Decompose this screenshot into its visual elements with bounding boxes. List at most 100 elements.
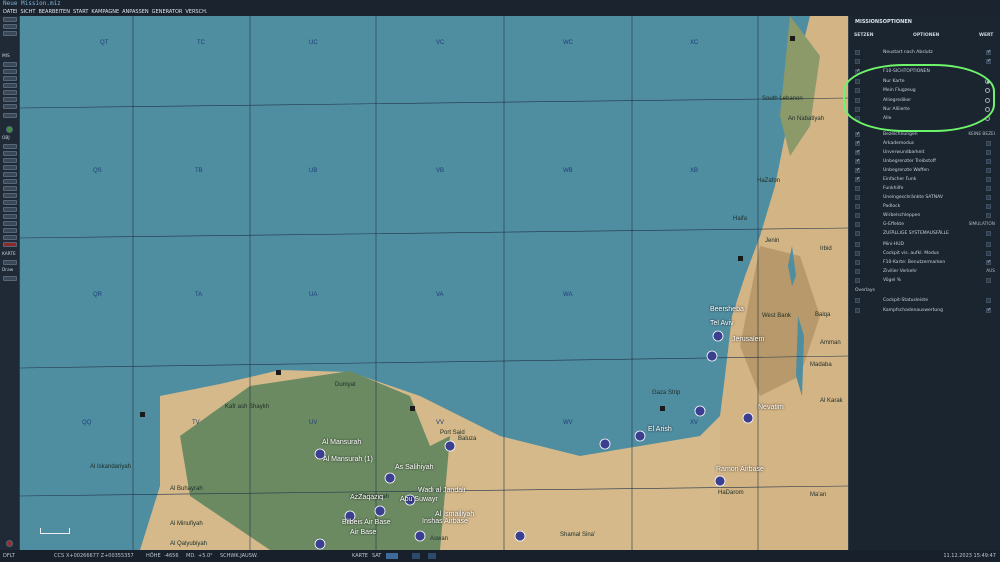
tool-button[interactable]: [3, 104, 17, 109]
tool-button[interactable]: [3, 260, 17, 265]
value-checkbox[interactable]: [986, 150, 991, 155]
tool-button[interactable]: [3, 62, 17, 67]
set-checkbox[interactable]: [855, 308, 860, 313]
value-checkbox[interactable]: [986, 242, 991, 247]
set-checkbox[interactable]: [855, 139, 860, 148]
sat-button[interactable]: SAT: [372, 550, 381, 562]
option-row[interactable]: F10-Karte: Benutzermarken: [849, 258, 1000, 267]
option-row[interactable]: Cockpit vis. aufkl. Modus: [849, 249, 1000, 258]
value-checkbox[interactable]: [986, 306, 991, 315]
tool-button[interactable]: [3, 221, 17, 226]
tool-button[interactable]: [3, 69, 17, 74]
value-checkbox[interactable]: [986, 186, 991, 191]
option-row[interactable]: Unverwundbarkeit: [849, 148, 1000, 157]
value-checkbox[interactable]: [986, 195, 991, 200]
set-checkbox[interactable]: [855, 278, 860, 283]
option-row[interactable]: Mini-HUD: [849, 240, 1000, 249]
tool-button[interactable]: [3, 235, 17, 240]
value-checkbox[interactable]: [986, 251, 991, 256]
value-checkbox[interactable]: [986, 57, 991, 66]
tool-button[interactable]: [3, 90, 17, 95]
map-layer-button[interactable]: [412, 553, 420, 559]
option-row[interactable]: Neustart nach Abslutz: [849, 48, 1000, 57]
menu-item[interactable]: DATEI: [3, 8, 17, 16]
karte-button[interactable]: KARTE: [352, 550, 368, 562]
set-checkbox[interactable]: [855, 260, 860, 265]
set-checkbox[interactable]: [855, 269, 860, 274]
tool-button[interactable]: [3, 24, 17, 29]
option-row[interactable]: ZUFÄLLIGE SYSTEMAUSFÄLLE: [849, 229, 1000, 238]
tool-button[interactable]: [3, 83, 17, 88]
set-checkbox[interactable]: [855, 222, 860, 227]
option-row[interactable]: Funkhilfe: [849, 184, 1000, 193]
menu-item[interactable]: START: [73, 8, 88, 16]
value-checkbox[interactable]: [986, 141, 991, 146]
option-row[interactable]: Unbegrenzter Treibstoff: [849, 157, 1000, 166]
tool-button[interactable]: [3, 151, 17, 156]
tool-button[interactable]: [3, 200, 17, 205]
set-checkbox[interactable]: [855, 251, 860, 256]
map-settings-button[interactable]: [428, 553, 436, 559]
value-checkbox[interactable]: [986, 204, 991, 209]
set-checkbox[interactable]: [855, 213, 860, 218]
option-row[interactable]: Overlays: [849, 286, 1000, 295]
option-row[interactable]: Einfacher Funk: [849, 175, 1000, 184]
set-checkbox[interactable]: [855, 157, 860, 166]
set-checkbox[interactable]: [855, 50, 860, 55]
value-checkbox[interactable]: [986, 168, 991, 173]
option-value[interactable]: SIMULATION: [969, 220, 995, 229]
tool-button[interactable]: [3, 97, 17, 102]
map-view[interactable]: QT TC UC VC WC XC QS TB UB VB WB XB QR TA UA VA WA QQ TV UV…: [20, 16, 848, 550]
set-checkbox[interactable]: [855, 130, 860, 139]
tool-button[interactable]: [3, 113, 17, 118]
tool-button[interactable]: [3, 144, 17, 149]
option-row[interactable]: Wirbelschleppen: [849, 211, 1000, 220]
tool-button[interactable]: [3, 172, 17, 177]
set-checkbox[interactable]: [855, 148, 860, 157]
tool-button[interactable]: [3, 186, 17, 191]
value-checkbox[interactable]: [986, 177, 991, 182]
option-row[interactable]: Padlock: [849, 202, 1000, 211]
set-checkbox[interactable]: [855, 166, 860, 175]
tool-button[interactable]: [3, 276, 17, 281]
set-checkbox[interactable]: [855, 204, 860, 209]
set-checkbox[interactable]: [855, 298, 860, 303]
menu-item[interactable]: KAMPAGNE: [91, 8, 119, 16]
tool-button[interactable]: [3, 31, 17, 36]
option-row[interactable]: Arkademodus: [849, 139, 1000, 148]
set-checkbox[interactable]: [855, 195, 860, 200]
set-checkbox[interactable]: [855, 59, 860, 64]
tool-button[interactable]: [3, 179, 17, 184]
set-checkbox[interactable]: [855, 186, 860, 191]
tool-button[interactable]: [3, 214, 17, 219]
option-row[interactable]: Kampfschadenauswertung: [849, 306, 1000, 315]
value-checkbox[interactable]: [986, 213, 991, 218]
menu-item[interactable]: GENERATOR: [152, 8, 183, 16]
value-checkbox[interactable]: [986, 48, 991, 57]
map-mode-toggle[interactable]: [386, 553, 398, 559]
set-checkbox[interactable]: [855, 231, 860, 236]
tool-button[interactable]: [3, 158, 17, 163]
option-value[interactable]: AUS: [986, 267, 995, 276]
option-value[interactable]: KEINE BEZEI: [968, 130, 995, 139]
power-icon[interactable]: [6, 540, 13, 547]
option-row[interactable]: G-Effekte SIMULATION: [849, 220, 1000, 229]
option-row[interactable]: Vögel %: [849, 276, 1000, 285]
value-checkbox[interactable]: [986, 298, 991, 303]
value-checkbox[interactable]: [986, 231, 991, 236]
tool-button[interactable]: [3, 207, 17, 212]
value-checkbox[interactable]: [986, 159, 991, 164]
menu-item[interactable]: VERSCH.: [185, 8, 207, 16]
tool-button[interactable]: [3, 193, 17, 198]
set-checkbox[interactable]: [855, 175, 860, 184]
option-row[interactable]: Unbegrenzte Waffen: [849, 166, 1000, 175]
tool-button[interactable]: [3, 228, 17, 233]
value-checkbox[interactable]: [986, 258, 991, 267]
menu-item[interactable]: BEARBEITEN: [38, 8, 70, 16]
tool-button[interactable]: [3, 76, 17, 81]
tool-button[interactable]: [3, 17, 17, 22]
value-checkbox[interactable]: [986, 278, 991, 283]
option-row[interactable]: Cockpit-Statusleiste: [849, 296, 1000, 305]
tool-button-red[interactable]: [3, 242, 17, 247]
menu-item[interactable]: SICHT: [20, 8, 35, 16]
